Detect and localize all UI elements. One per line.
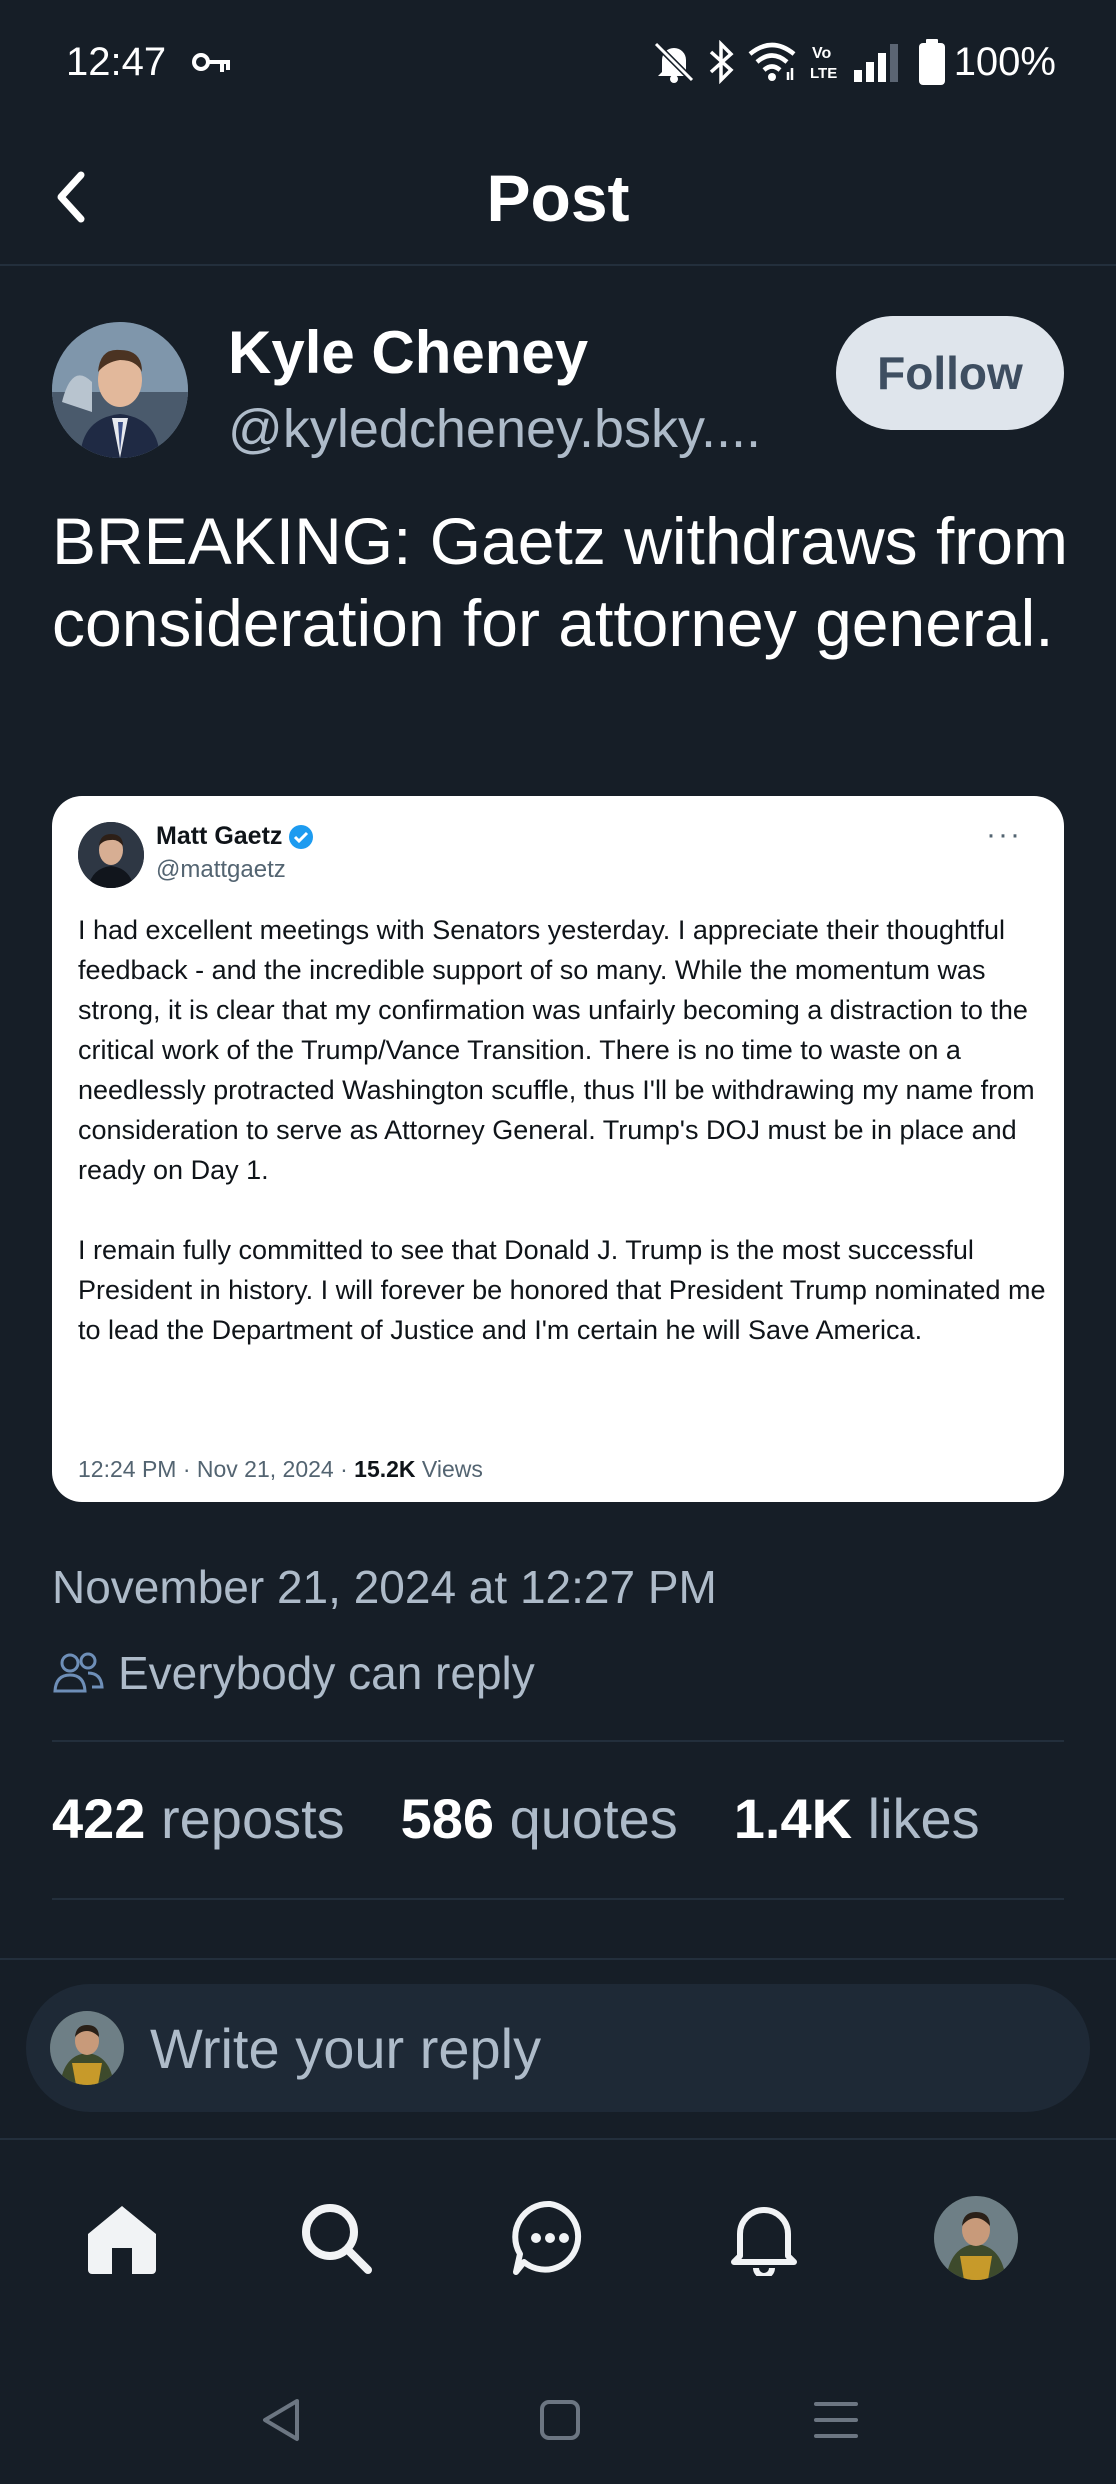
key-icon <box>192 48 232 81</box>
embed-views-label: Views <box>415 1456 483 1482</box>
embed-avatar <box>78 822 144 888</box>
embed-author-name: Matt Gaetz <box>156 822 314 851</box>
likes-count: 1.4K <box>733 1787 853 1850</box>
nav-notifications[interactable] <box>714 2188 814 2288</box>
verified-badge-icon <box>289 824 314 849</box>
system-back-button[interactable] <box>242 2380 322 2460</box>
embed-name-text: Matt Gaetz <box>156 822 283 850</box>
follow-button[interactable]: Follow <box>836 316 1064 430</box>
user-avatar <box>50 2011 124 2085</box>
likes-label: likes <box>867 1787 980 1850</box>
quotes-label: quotes <box>509 1787 678 1850</box>
nav-search[interactable] <box>286 2188 386 2288</box>
reply-input[interactable]: Write your reply <box>26 1984 1090 2112</box>
status-icons: Vo LTE <box>653 38 946 90</box>
status-bar: 12:47 Vo LTE 100% <box>0 0 1116 130</box>
quotes-stat[interactable]: 586 quotes <box>401 1786 678 1851</box>
divider <box>52 1740 1064 1742</box>
embed-views-count: 15.2K <box>354 1456 416 1482</box>
embed-paragraph-1: I had excellent meetings with Senators y… <box>78 915 1035 1185</box>
home-icon <box>88 2206 156 2274</box>
svg-text:Vo: Vo <box>812 45 831 62</box>
reposts-label: reposts <box>161 1787 345 1850</box>
post-screen: 12:47 Vo LTE 100% Post Kyle Cheney @kyle… <box>0 0 1116 2484</box>
embed-paragraph-2: I remain fully committed to see that Don… <box>78 1235 1046 1345</box>
reply-placeholder: Write your reply <box>150 2016 542 2080</box>
battery-percent: 100% <box>953 40 1056 84</box>
system-nav <box>0 2340 1116 2484</box>
post-date: November 21, 2024 at 12:27 PM <box>52 1561 717 1613</box>
page-header: Post <box>0 130 1116 266</box>
quotes-count: 586 <box>400 1787 495 1850</box>
nav-chat[interactable] <box>500 2188 600 2288</box>
embed-author-handle: @mattgaetz <box>156 856 286 883</box>
reply-bar: Write your reply <box>0 1958 1116 2138</box>
reply-permission-label: Everybody can reply <box>118 1647 535 1699</box>
reposts-stat[interactable]: 422 reposts <box>52 1786 345 1851</box>
embed-time: 12:24 PM · Nov 21, 2024 · <box>78 1456 355 1482</box>
square-home-icon <box>540 2400 580 2440</box>
system-home-button[interactable] <box>520 2380 600 2460</box>
battery-icon <box>918 38 946 90</box>
likes-stat[interactable]: 1.4K likes <box>734 1786 980 1851</box>
bluetooth-icon <box>708 39 734 89</box>
svg-text:LTE: LTE <box>810 65 837 82</box>
author-avatar[interactable] <box>52 322 188 458</box>
mute-icon <box>653 40 695 89</box>
bottom-nav <box>0 2138 1116 2338</box>
reply-permission[interactable]: Everybody can reply <box>52 1646 535 1700</box>
system-recents-button[interactable] <box>796 2380 876 2460</box>
post-image[interactable]: Matt Gaetz @mattgaetz ··· I had excellen… <box>52 796 1064 1502</box>
volte-icon: Vo LTE <box>810 40 838 89</box>
people-icon <box>53 1652 104 1693</box>
author-name[interactable]: Kyle Cheney <box>228 318 588 387</box>
embed-meta: 12:24 PM · Nov 21, 2024 · 15.2K Views <box>78 1456 483 1483</box>
triangle-back-icon <box>263 2399 299 2441</box>
status-time: 12:47 <box>66 40 167 84</box>
wifi-icon <box>748 42 796 87</box>
embed-body: I had excellent meetings with Senators y… <box>78 910 1048 1390</box>
author-handle[interactable]: @kyledcheney.bsky.... <box>228 398 808 460</box>
reposts-count: 422 <box>52 1787 146 1850</box>
signal-icon <box>852 42 904 87</box>
profile-avatar <box>934 2196 1018 2280</box>
search-icon <box>302 2204 372 2274</box>
post-stats: 422 reposts 586 quotes 1.4K likes <box>52 1786 980 1851</box>
page-title: Post <box>486 161 630 235</box>
more-options-icon: ··· <box>986 818 1022 851</box>
nav-home[interactable] <box>72 2188 172 2288</box>
nav-profile[interactable] <box>926 2188 1026 2288</box>
post-text: BREAKING: Gaetz withdraws from considera… <box>52 504 1068 660</box>
chat-icon <box>512 2200 582 2275</box>
bell-icon <box>731 2207 797 2276</box>
divider <box>52 1898 1064 1900</box>
menu-lines-icon <box>814 2402 858 2438</box>
